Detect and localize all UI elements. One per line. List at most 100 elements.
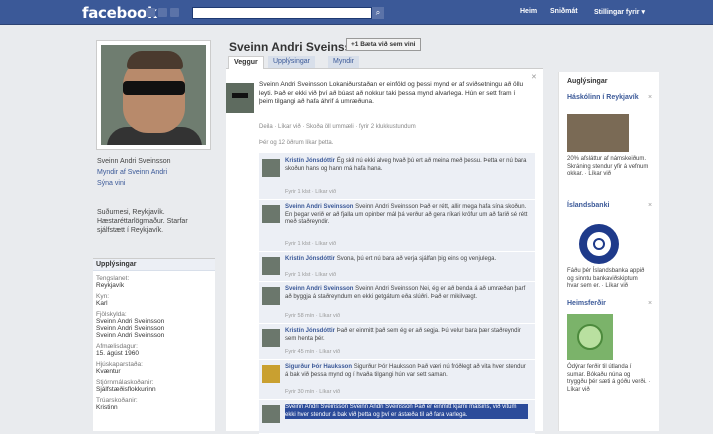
- wall-feed: Sveinn Andri Sveinsson Lokaniðurstaðan e…: [226, 69, 543, 434]
- info-label: Trúarskoðanir:: [96, 397, 138, 404]
- comment-avatar[interactable]: [262, 287, 280, 305]
- nav-link-account[interactable]: Stillingar fyrir ▾: [594, 8, 645, 16]
- info-label: Stjórnmálaskoðanir:: [96, 379, 154, 386]
- tab-info[interactable]: Upplýsingar: [268, 56, 315, 68]
- comment-time[interactable]: Fyrir 58 mín · Líkar við: [285, 313, 340, 319]
- ads-column: Auglýsingar Háskólinn í Reykjavík × 20% …: [558, 72, 659, 431]
- profile-photo: [101, 45, 206, 145]
- messages-icon[interactable]: [158, 8, 167, 17]
- comment: Sveinn Andri Sveinsson Sveinn Andri Svei…: [259, 401, 535, 434]
- info-item: Kyn: Karl: [93, 293, 215, 307]
- top-navigation-bar: facebook ⌕ Heim Sniðmát Stillingar fyrir…: [0, 0, 713, 25]
- comment-time[interactable]: Fyrir 1 klst · Líkar við: [285, 241, 336, 247]
- comment-author[interactable]: Kristín Jónsdóttir: [285, 328, 335, 334]
- view-friends-link[interactable]: Sýna vini: [97, 179, 125, 188]
- comment-text-selected: Sveinn Andri Sveinsson Sveinn Andri Svei…: [285, 404, 528, 420]
- comment-author[interactable]: Sveinn Andri Sveinsson: [285, 286, 353, 292]
- photo-hair: [127, 51, 183, 69]
- info-value: 15. ágúst 1960: [96, 350, 140, 357]
- notifications-icon[interactable]: [170, 8, 179, 17]
- comment-time[interactable]: Fyrir 1 klst · Líkar við: [285, 189, 336, 195]
- comment-author[interactable]: Sveinn Andri Sveinsson: [285, 204, 353, 210]
- info-value: Sveinn Andri Sveinsson Sveinn Andri Svei…: [96, 318, 165, 339]
- photos-link[interactable]: Myndir af Sveinn Andri: [97, 168, 167, 177]
- close-icon[interactable]: ×: [648, 300, 652, 307]
- info-value: Sjálfstæðisflokkurinn: [96, 386, 156, 393]
- close-icon[interactable]: ✕: [531, 73, 537, 81]
- info-label: Hjúskaparstaða:: [96, 361, 143, 368]
- info-label: Afmælisdagur:: [96, 343, 138, 350]
- ad-title[interactable]: Íslandsbanki: [567, 202, 609, 209]
- tab-photos[interactable]: Myndir: [328, 56, 360, 68]
- info-value: Reykjavík: [96, 282, 125, 289]
- comment-text: Sveinn Andri Sveinsson Sveinn Andri Svei…: [285, 286, 528, 301]
- info-label: Fjölskylda:: [96, 311, 127, 318]
- info-value: Kristinn: [96, 404, 118, 411]
- comment-time[interactable]: Fyrir 45 mín · Líkar við: [285, 349, 340, 355]
- comment-body: Svona, þú ert nú bara að verja sjálfan þ…: [336, 256, 497, 262]
- info-item: Stjórnmálaskoðanir: Sjálfstæðisflokkurinn: [93, 379, 215, 393]
- info-header: Upplýsingar: [93, 259, 215, 271]
- post-meta[interactable]: Deila · Líkar við · Skoða öll ummæli · f…: [259, 123, 534, 131]
- info-item: Trúarskoðanir: Kristinn: [93, 397, 215, 411]
- comment-avatar[interactable]: [262, 329, 280, 347]
- comment-time[interactable]: Fyrir 30 mín · Líkar við: [285, 389, 340, 395]
- bio-text: Suðurnesi, Reykjavík. Hæstaréttarlögmaðu…: [97, 209, 188, 234]
- close-icon[interactable]: ×: [648, 202, 652, 209]
- ad-image[interactable]: [567, 314, 613, 360]
- comment-avatar[interactable]: [262, 159, 280, 177]
- comment-avatar[interactable]: [262, 257, 280, 275]
- search-input[interactable]: [192, 7, 372, 19]
- ad-title[interactable]: Heimsferðir: [567, 300, 606, 307]
- photo-sunglasses: [123, 81, 185, 95]
- comment-text: Sigurður Þór Hauksson Sigurður Þór Hauks…: [285, 364, 528, 379]
- comment: Kristín Jónsdóttir Það er einmitt það se…: [259, 325, 535, 360]
- comment: Kristín Jónsdóttir Ég skil nú ekki alveg…: [259, 155, 535, 200]
- comment-text: Kristín Jónsdóttir Svona, þú ert nú bara…: [285, 256, 528, 264]
- post-author-avatar[interactable]: [226, 83, 254, 113]
- friend-requests-icon[interactable]: [146, 8, 155, 17]
- tab-wall[interactable]: Veggur: [228, 56, 264, 70]
- profile-tabs: Veggur Upplýsingar Myndir: [226, 54, 543, 70]
- info-item: Tengslanet: Reykjavík: [93, 275, 215, 289]
- post-text: Sveinn Andri Sveinsson Lokaniðurstaðan e…: [259, 81, 524, 105]
- comment-text: Kristín Jónsdóttir Ég skil nú ekki alveg…: [285, 158, 528, 173]
- ad-text: 20% afsláttur af námskeiðum. Skráning st…: [567, 156, 649, 177]
- info-box: Upplýsingar Tengslanet: Reykjavík Kyn: Kar…: [93, 258, 215, 431]
- add-friend-button[interactable]: +1 Bæta við sem vini: [346, 38, 421, 51]
- comment-avatar[interactable]: [262, 405, 280, 423]
- info-item: Hjúskaparstaða: Kvæntur: [93, 361, 215, 375]
- comments-list: Kristín Jónsdóttir Ég skil nú ekki alveg…: [259, 153, 535, 434]
- ads-header: Auglýsingar: [567, 78, 608, 85]
- comment-author[interactable]: Kristín Jónsdóttir: [285, 256, 335, 262]
- ad-title[interactable]: Háskólinn í Reykjavík: [567, 94, 639, 101]
- comment: Kristín Jónsdóttir Svona, þú ert nú bara…: [259, 253, 535, 282]
- power-icon[interactable]: [579, 224, 619, 264]
- globe-icon: [577, 324, 603, 350]
- nav-link-home[interactable]: Heim: [520, 8, 537, 15]
- friends-line: Sveinn Andri Sveinsson: [97, 158, 171, 165]
- comment-avatar[interactable]: [262, 365, 280, 383]
- nav-link-profile[interactable]: Sniðmát: [550, 8, 578, 15]
- comment-author[interactable]: Kristín Jónsdóttir: [285, 158, 335, 164]
- comment-author[interactable]: Sveinn Andri Sveinsson: [285, 404, 348, 410]
- comment: Sveinn Andri Sveinsson Sveinn Andri Svei…: [259, 201, 535, 252]
- close-icon[interactable]: ×: [648, 94, 652, 101]
- info-value: Karl: [96, 300, 108, 307]
- profile-picture[interactable]: [96, 40, 211, 150]
- comment-text: Kristín Jónsdóttir Það er einmitt það se…: [285, 328, 528, 343]
- post-likes[interactable]: Þér og 12 öðrum líkar þetta.: [259, 140, 333, 146]
- comment-author[interactable]: Sigurður Þór Hauksson: [285, 364, 352, 370]
- ad-image[interactable]: [567, 114, 629, 152]
- comment-text: Sveinn Andri Sveinsson Sveinn Andri Svei…: [285, 204, 528, 227]
- avatar-sunglasses: [232, 93, 248, 98]
- comment: Sveinn Andri Sveinsson Sveinn Andri Svei…: [259, 283, 535, 324]
- comment-time[interactable]: Fyrir 1 klst · Líkar við: [285, 272, 336, 278]
- info-value: Kvæntur: [96, 368, 121, 375]
- info-label: Kyn:: [96, 293, 110, 300]
- search-icon[interactable]: ⌕: [372, 7, 384, 19]
- ad-text: Ódýrar ferðir til útlanda í sumar. Bókað…: [567, 364, 651, 393]
- comment-avatar[interactable]: [262, 205, 280, 223]
- power-icon-ring: [593, 238, 605, 250]
- info-item: Afmælisdagur: 15. ágúst 1960: [93, 343, 215, 357]
